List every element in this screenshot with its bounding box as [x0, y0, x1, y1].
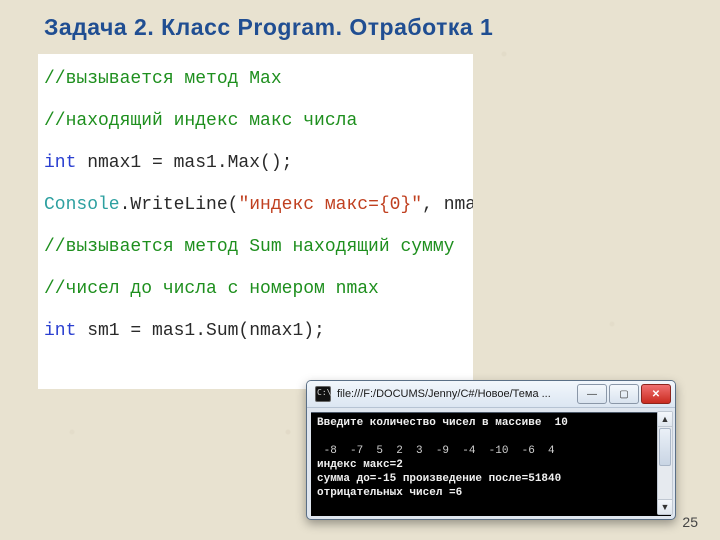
console-window: file:///F:/DOCUMS/Jenny/C#/Новое/Тема ..… — [306, 380, 676, 520]
scroll-up-icon[interactable]: ▲ — [658, 412, 672, 427]
close-button[interactable]: ✕ — [641, 384, 671, 404]
scroll-thumb[interactable] — [659, 428, 671, 466]
minimize-button[interactable]: — — [577, 384, 607, 404]
maximize-button[interactable]: ▢ — [609, 384, 639, 404]
console-line: сумма до=-15 произведение после=51840 — [317, 473, 561, 485]
code-comment: //находящий индекс макс числа — [44, 111, 357, 131]
code-comment: //чисел до числа с номером nmax — [44, 279, 379, 299]
code-panel: //вызывается метод Max //находящий индек… — [38, 54, 473, 389]
console-title: file:///F:/DOCUMS/Jenny/C#/Новое/Тема ..… — [337, 388, 577, 400]
console-line: индекс макс=2 — [317, 459, 403, 471]
console-line: отрицательных чисел =6 — [317, 487, 462, 499]
code-comment: //вызывается метод Sum находящий сумму — [44, 237, 454, 257]
code-class: Console — [44, 195, 120, 215]
code-keyword: int — [44, 321, 76, 341]
scrollbar[interactable]: ▲ ▼ — [657, 411, 673, 515]
console-line: -8 -7 5 2 3 -9 -4 -10 -6 4 — [317, 445, 555, 457]
code-text: sm1 = mas1.Sum(nmax1); — [76, 321, 324, 341]
console-output[interactable]: Введите количество чисел в массиве 10 -8… — [311, 412, 671, 516]
scroll-down-icon[interactable]: ▼ — [658, 499, 672, 514]
code-string: "индекс макс={0}" — [238, 195, 422, 215]
code-keyword: int — [44, 153, 76, 173]
window-buttons: — ▢ ✕ — [577, 384, 671, 404]
code-text: , nmax1); — [422, 195, 473, 215]
slide-title: Задача 2. Класс Program. Отработка 1 — [44, 14, 493, 41]
console-line: Введите количество чисел в массиве 10 — [317, 417, 568, 429]
cmd-icon — [315, 386, 331, 402]
code-comment: //вызывается метод Max — [44, 69, 282, 89]
console-titlebar[interactable]: file:///F:/DOCUMS/Jenny/C#/Новое/Тема ..… — [307, 381, 675, 408]
code-text: .WriteLine( — [120, 195, 239, 215]
code-text: nmax1 = mas1.Max(); — [76, 153, 292, 173]
page-number: 25 — [682, 514, 698, 530]
